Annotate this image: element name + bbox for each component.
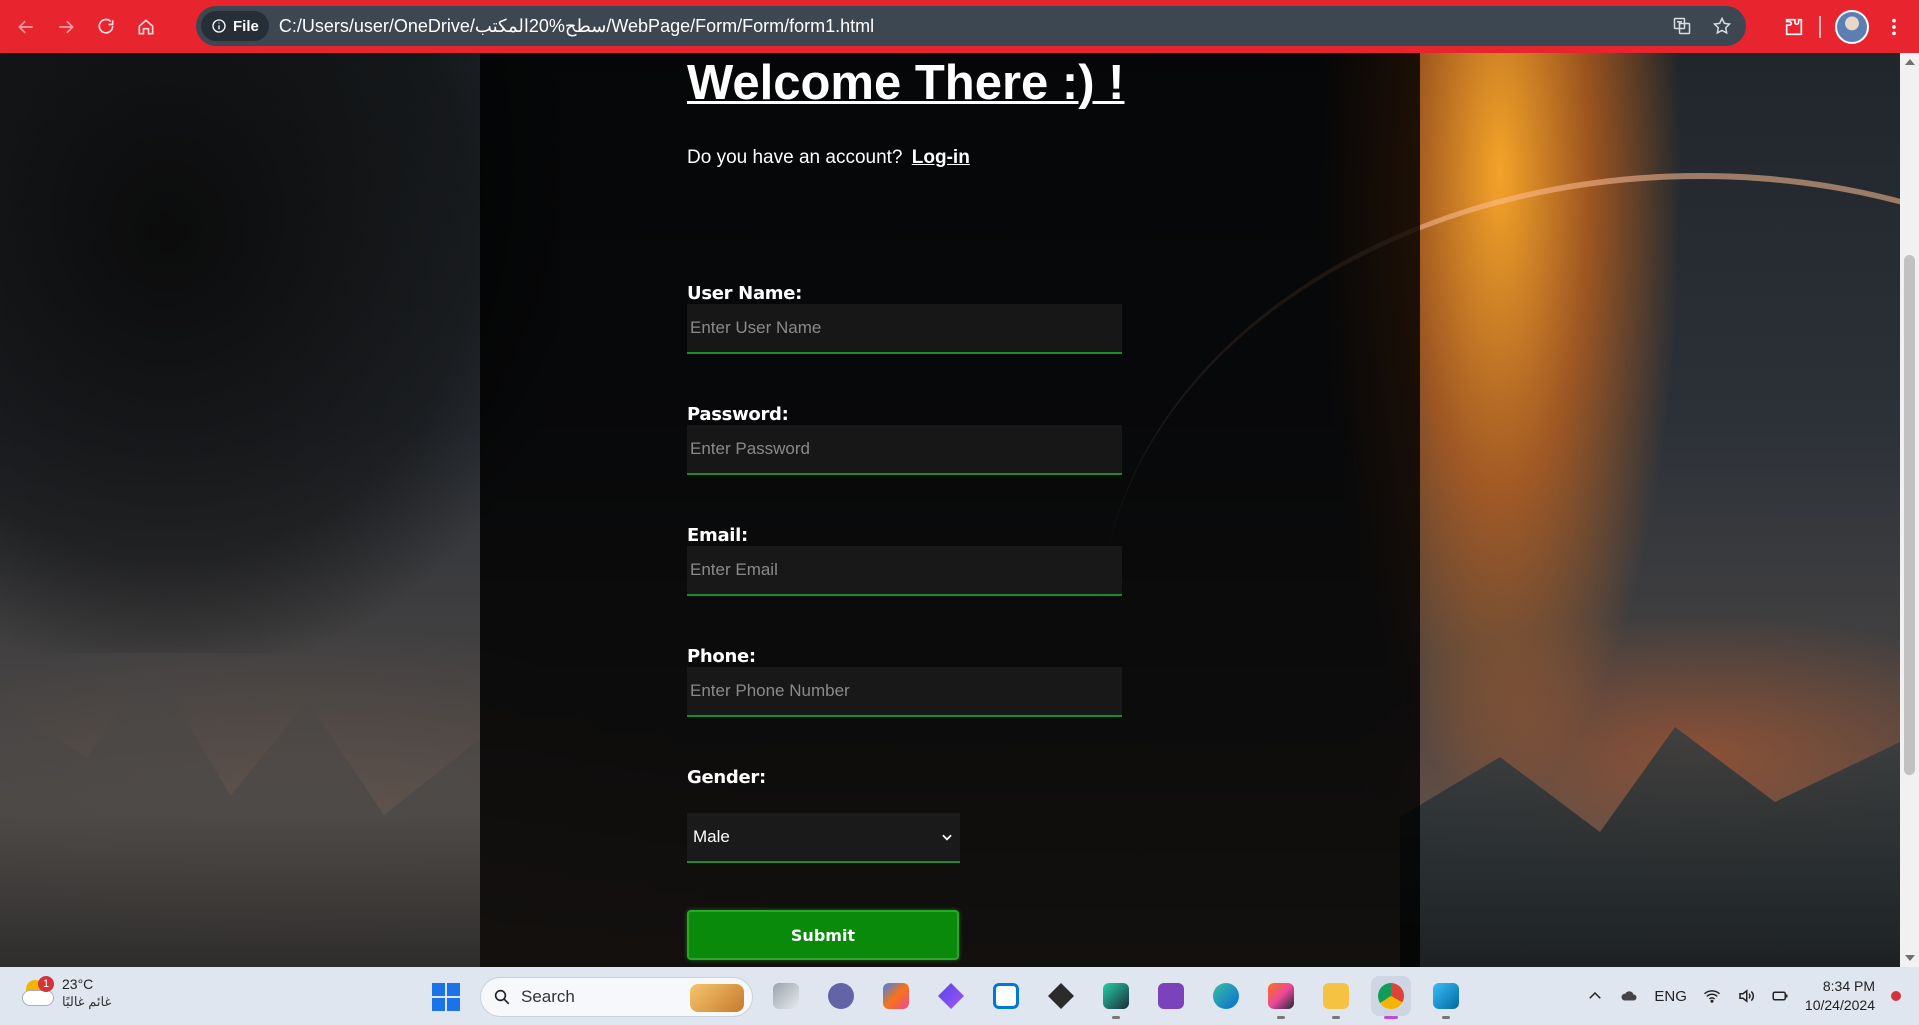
password-label: Password:: [687, 404, 789, 425]
gender-selected-value: Male: [693, 827, 730, 846]
password-input[interactable]: [687, 425, 1122, 475]
visual-studio-icon[interactable]: [1151, 976, 1191, 1016]
profile-avatar[interactable]: [1835, 9, 1869, 44]
search-icon: [494, 989, 510, 1005]
extensions-icon[interactable]: [1783, 16, 1805, 38]
info-icon: [212, 19, 226, 33]
phone-input[interactable]: [687, 667, 1122, 717]
menu-kebab-icon[interactable]: [1883, 16, 1905, 38]
url-text[interactable]: C:/Users/user/OneDrive/سطح%20المكتب/WebP…: [279, 16, 874, 37]
back-icon[interactable]: [6, 7, 46, 47]
home-icon[interactable]: [126, 7, 166, 47]
clion-icon[interactable]: [1096, 976, 1136, 1019]
submit-button[interactable]: Submit: [687, 910, 959, 960]
language-indicator[interactable]: ENG: [1654, 988, 1687, 1005]
weather-widget[interactable]: 1 23°C غائم غالبًا: [20, 975, 111, 1011]
scroll-up-icon[interactable]: [1905, 59, 1915, 65]
scroll-down-icon[interactable]: [1905, 955, 1915, 961]
login-link[interactable]: Log-in: [912, 147, 970, 168]
battery-icon[interactable]: [1771, 987, 1789, 1005]
volume-icon[interactable]: [1737, 987, 1755, 1005]
weather-temp: 23°C: [62, 976, 94, 992]
chevron-up-icon[interactable]: [1586, 987, 1604, 1005]
photos-icon[interactable]: [1426, 976, 1466, 1019]
file-explorer-icon[interactable]: [1316, 976, 1356, 1019]
account-prompt-text: Do you have an account?: [687, 147, 903, 168]
gender-label: Gender:: [687, 767, 766, 788]
username-label: User Name:: [687, 283, 803, 304]
forward-icon[interactable]: [46, 7, 86, 47]
page-viewport: Welcome There :) ! Do you have an accoun…: [0, 53, 1900, 967]
weather-condition: غائم غالبًا: [62, 994, 112, 1009]
translate-icon[interactable]: [1672, 16, 1692, 36]
microsoft-store-icon[interactable]: [986, 976, 1026, 1016]
background-tree: [0, 53, 560, 653]
windows-start-icon[interactable]: [432, 983, 460, 1011]
reload-icon[interactable]: [86, 7, 126, 47]
bookmark-star-icon[interactable]: [1712, 16, 1732, 36]
username-input[interactable]: [687, 304, 1122, 354]
bing-app-icon[interactable]: [931, 976, 971, 1016]
onedrive-icon[interactable]: [1620, 987, 1638, 1005]
page-scrollbar[interactable]: [1900, 53, 1919, 967]
clock-date: 10/24/2024: [1804, 997, 1875, 1013]
git-client-icon[interactable]: [1041, 976, 1081, 1016]
email-input[interactable]: [687, 546, 1122, 596]
system-tray: ENG 8:34 PM 10/24/2024: [1586, 967, 1919, 1025]
teams-chat-icon[interactable]: [821, 976, 861, 1016]
weather-cloud-icon: 1: [20, 976, 56, 1008]
account-prompt: Do you have an account? Log-in: [687, 147, 970, 169]
weather-badge: 1: [38, 976, 54, 992]
taskbar: 1 23°C غائم غالبًا Search ENG 8:34 PM 10…: [0, 967, 1919, 1025]
search-highlight-image: [690, 984, 744, 1012]
clock[interactable]: 8:34 PM 10/24/2024: [1805, 977, 1875, 1015]
browser-toolbar: File C:/Users/user/OneDrive/سطح%20المكتب…: [0, 0, 1919, 53]
scroll-thumb[interactable]: [1904, 255, 1915, 775]
search-placeholder: Search: [521, 987, 575, 1006]
clock-time: 8:34 PM: [1822, 978, 1875, 994]
page-title: Welcome There :) !: [687, 56, 1125, 110]
taskbar-search[interactable]: Search: [480, 977, 753, 1017]
site-info-chip[interactable]: File: [201, 11, 269, 41]
task-view-icon[interactable]: [766, 976, 806, 1016]
toolbar-divider: [1819, 15, 1821, 38]
copilot-icon[interactable]: [876, 976, 916, 1016]
file-chip-label: File: [233, 17, 259, 35]
wifi-icon[interactable]: [1703, 987, 1721, 1005]
address-bar[interactable]: File C:/Users/user/OneDrive/سطح%20المكتب…: [196, 6, 1746, 46]
chevron-down-icon: [942, 834, 952, 841]
chrome-icon[interactable]: [1371, 976, 1411, 1019]
notification-bell-icon[interactable]: [1891, 991, 1901, 1001]
intellij-icon[interactable]: [1261, 976, 1301, 1019]
gender-select[interactable]: Male: [687, 813, 960, 863]
email-label: Email:: [687, 525, 748, 546]
phone-label: Phone:: [687, 646, 756, 667]
edge-icon[interactable]: [1206, 976, 1246, 1016]
